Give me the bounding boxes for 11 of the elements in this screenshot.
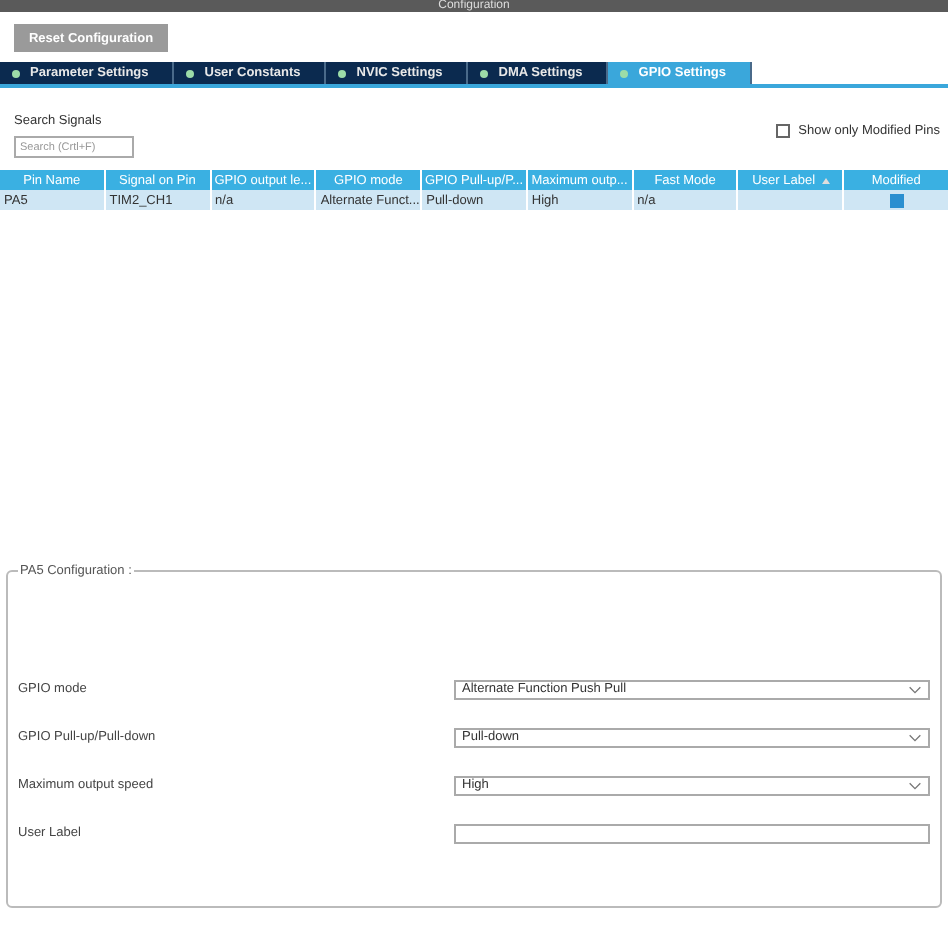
bullet-icon [186, 69, 195, 77]
bullet-icon [480, 69, 489, 77]
input-field[interactable] [454, 823, 930, 843]
checkbox[interactable] [889, 193, 904, 207]
chevron-icon [908, 685, 922, 693]
bullet-icon [12, 69, 20, 77]
bullet-icon [338, 69, 347, 77]
chevron-icon [908, 781, 922, 789]
sort-arrow-icon [821, 177, 830, 183]
chevron-icon [908, 733, 922, 741]
bullet-icon [620, 69, 629, 77]
